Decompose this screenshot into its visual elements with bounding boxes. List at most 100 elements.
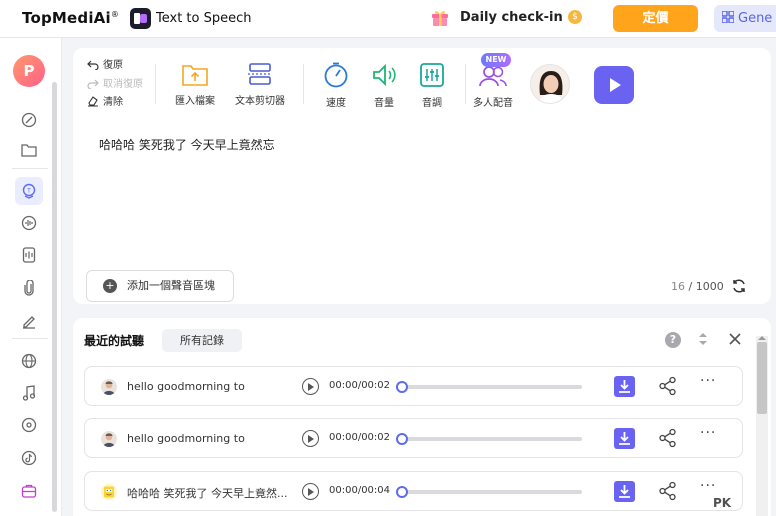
svg-text:T: T <box>26 188 31 195</box>
recent-row: hello goodmorning to 00:00/00:02 ··· <box>84 366 743 406</box>
magic-pen-icon[interactable] <box>17 108 41 132</box>
eraser-icon <box>88 96 98 107</box>
brand-logo[interactable]: TopMediAi® <box>22 9 119 27</box>
recent-panel-scrollbar[interactable] <box>756 336 768 516</box>
sidebar-divider <box>12 338 48 339</box>
redo-button[interactable]: 取消復原 <box>87 75 143 90</box>
share-icon[interactable] <box>658 481 678 501</box>
speed-gauge-icon <box>324 62 348 88</box>
tiktok-icon[interactable] <box>17 446 41 470</box>
undo-button[interactable]: 復原 <box>87 56 123 71</box>
volume-button[interactable]: 音量 <box>369 62 399 109</box>
clear-label: 清除 <box>103 97 123 108</box>
progress-knob[interactable] <box>396 486 408 498</box>
toolbox-icon[interactable] <box>17 479 41 503</box>
close-icon[interactable] <box>728 332 742 346</box>
undo-icon <box>87 60 99 71</box>
brand-registered-mark: ® <box>110 10 120 19</box>
toolbar-divider <box>155 64 156 104</box>
row-play-button[interactable] <box>302 483 319 500</box>
speed-button[interactable]: 速度 <box>321 62 351 109</box>
more-options-icon[interactable]: ··· <box>700 373 716 389</box>
playback-time: 00:00/00:02 <box>329 432 391 443</box>
import-file-button[interactable]: 匯入檔案 <box>173 62 217 107</box>
generate-label: Gene <box>738 11 773 26</box>
help-icon[interactable]: ? <box>665 332 681 348</box>
multi-voice-button[interactable]: 多人配音 <box>471 62 515 109</box>
vinyl-icon[interactable] <box>17 413 41 437</box>
import-file-label: 匯入檔案 <box>175 96 215 107</box>
progress-knob[interactable] <box>396 433 408 445</box>
character-limit: / 1000 <box>688 280 724 293</box>
sidebar-scrollbar[interactable] <box>52 82 57 512</box>
character-count: 16 <box>671 280 685 293</box>
scroll-up-arrow-icon[interactable] <box>758 336 766 340</box>
pitch-button[interactable]: 音調 <box>417 62 447 109</box>
refresh-icon[interactable] <box>731 278 747 294</box>
progress-track[interactable] <box>402 490 582 494</box>
text-input-area[interactable]: 哈哈哈 笑死我了 今天早上竟然忘 <box>99 136 275 153</box>
download-button[interactable] <box>614 481 635 502</box>
play-preview-button[interactable] <box>594 66 634 104</box>
share-icon[interactable] <box>658 376 678 396</box>
sidebar-divider <box>12 168 48 169</box>
man-avatar-icon <box>101 379 117 395</box>
globe-icon[interactable] <box>17 349 41 373</box>
progress-track[interactable] <box>402 385 582 389</box>
clear-button[interactable]: 清除 <box>87 93 123 108</box>
download-icon <box>619 380 630 393</box>
tts-app-icon <box>130 8 151 29</box>
pricing-button[interactable]: 定價 <box>613 5 698 32</box>
recent-text: hello goodmorning to <box>127 432 245 445</box>
character-counter: 16 / 1000 <box>671 280 724 293</box>
progress-knob[interactable] <box>396 381 408 393</box>
user-avatar[interactable]: P <box>13 55 45 87</box>
gift-icon[interactable] <box>430 7 450 27</box>
generate-menu-button[interactable]: Gene <box>714 5 776 32</box>
toolbar-divider <box>303 64 304 104</box>
music-note-icon[interactable] <box>17 381 41 405</box>
brand-name: TopMediAi <box>22 9 111 27</box>
progress-track[interactable] <box>402 437 582 441</box>
scrollbar-thumb[interactable] <box>757 342 767 414</box>
all-records-tab[interactable]: 所有記錄 <box>162 329 242 352</box>
grid-icon <box>722 11 734 23</box>
voice-wave-icon[interactable] <box>17 211 41 235</box>
row-play-button[interactable] <box>302 378 319 395</box>
text-splitter-label: 文本剪切器 <box>235 96 285 107</box>
text-splitter-button[interactable]: 文本剪切器 <box>235 62 285 107</box>
share-icon[interactable] <box>658 428 678 448</box>
daily-checkin-link[interactable]: Daily check-in <box>460 10 563 25</box>
document-audio-icon[interactable] <box>17 243 41 267</box>
recent-text: hello goodmorning to <box>127 380 245 393</box>
tts-voice-icon[interactable]: T <box>15 177 43 205</box>
recent-text: 哈哈哈 笑死我了 今天早上竟然... <box>127 487 287 500</box>
female-voice-avatar-icon <box>531 65 569 103</box>
row-play-button[interactable] <box>302 430 319 447</box>
recent-preview-panel: 最近的試聽 所有記錄 ? hello goodmorning to 00:00/… <box>73 318 771 516</box>
download-button[interactable] <box>614 428 635 449</box>
pen-edit-icon[interactable] <box>17 309 41 333</box>
more-options-icon[interactable]: ··· <box>700 478 716 494</box>
multi-voice-label: 多人配音 <box>473 98 513 109</box>
watermark: PK <box>713 496 732 510</box>
editor-panel: 復原 取消復原 清除 匯入檔案 文本剪切器 速度 音量 音調 多人配音 NEW <box>73 48 771 304</box>
voice-avatar[interactable] <box>530 64 570 104</box>
volume-label: 音量 <box>374 98 394 109</box>
paperclip-icon[interactable] <box>17 276 41 300</box>
sidebar: P T <box>0 38 62 516</box>
new-badge: NEW <box>481 53 511 67</box>
app-name: Text to Speech <box>156 11 252 26</box>
toolbar-divider <box>465 64 466 104</box>
speed-label: 速度 <box>326 98 346 109</box>
download-button[interactable] <box>614 376 635 397</box>
folder-icon[interactable] <box>17 138 41 162</box>
playback-time: 00:00/00:02 <box>329 380 391 391</box>
more-options-icon[interactable]: ··· <box>700 425 716 441</box>
add-voice-block-button[interactable]: + 添加一個聲音區塊 <box>86 270 234 302</box>
sponge-avatar-icon <box>101 484 117 500</box>
expand-collapse-icon[interactable] <box>698 331 708 347</box>
recent-preview-title: 最近的試聽 <box>84 334 145 348</box>
playback-time: 00:00/00:04 <box>329 485 391 496</box>
import-folder-icon <box>182 65 208 86</box>
